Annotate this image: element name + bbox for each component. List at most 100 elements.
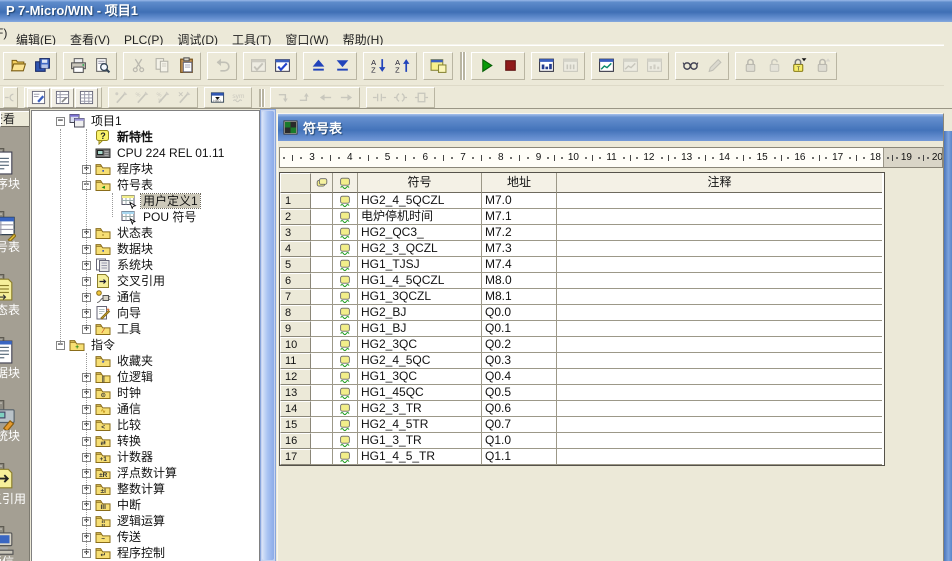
symbol-icon-cell[interactable] [333, 385, 358, 401]
overlap-cell[interactable] [311, 401, 333, 417]
tree-item[interactable]: +▪数据块 [32, 241, 259, 257]
symbol-table-titlebar[interactable]: 符号表 [278, 114, 943, 141]
symbol-cell[interactable]: HG1_3QCZL [358, 289, 482, 305]
row-number-cell[interactable]: 2 [280, 209, 311, 225]
comment-cell[interactable] [557, 321, 882, 337]
address-header-cell[interactable]: 地址 [482, 173, 557, 193]
tree-item[interactable]: +交叉引用 [32, 273, 259, 289]
tree-item[interactable]: ++1计数器 [32, 449, 259, 465]
sidebar-item[interactable]: 程序块 [0, 148, 30, 191]
comment-cell[interactable] [557, 257, 882, 273]
overlap-cell[interactable] [311, 305, 333, 321]
row-number-cell[interactable]: 8 [280, 305, 311, 321]
sidebar-item[interactable]: 符号表 [0, 211, 30, 254]
tree-expand-toggle[interactable]: − [56, 117, 65, 126]
tree-item[interactable]: +±R浮点数计算 [32, 465, 259, 481]
symbol-icon-cell[interactable] [333, 417, 358, 433]
symbol-icon-cell[interactable] [333, 241, 358, 257]
row-number-cell[interactable]: 15 [280, 417, 311, 433]
symbol-view-icon[interactable] [51, 88, 74, 108]
comment-header-cell[interactable]: 注释 [557, 173, 882, 193]
comment-cell[interactable] [557, 353, 882, 369]
row-number-cell[interactable]: 13 [280, 385, 311, 401]
row-number-cell[interactable]: 1 [280, 193, 311, 209]
address-cell[interactable]: M7.3 [482, 241, 557, 257]
tree-item[interactable]: +CPU 224 REL 01.11 [32, 145, 259, 161]
comment-cell[interactable] [557, 193, 882, 209]
overlap-cell[interactable] [311, 193, 333, 209]
symbol-icon-cell[interactable] [333, 353, 358, 369]
symbol-cell[interactable]: HG1_3QC [358, 369, 482, 385]
tree-item[interactable]: +⊙时钟 [32, 385, 259, 401]
address-cell[interactable]: Q0.6 [482, 401, 557, 417]
tree-item[interactable]: −项目1 [32, 113, 259, 129]
tree-item[interactable]: +向导 [32, 305, 259, 321]
address-cell[interactable]: M8.0 [482, 273, 557, 289]
symbol-cell[interactable]: HG2_3_QCZL [358, 241, 482, 257]
tree-item[interactable]: +¦¦逻辑运算 [32, 513, 259, 529]
tree-item[interactable]: +▫状态表 [32, 225, 259, 241]
overlap-cell[interactable] [311, 433, 333, 449]
symbol-cell[interactable]: HG2_4_5TR [358, 417, 482, 433]
row-number-cell[interactable]: 12 [280, 369, 311, 385]
tree-item[interactable]: +⇄转换 [32, 433, 259, 449]
symbol-cell[interactable]: HG2_BJ [358, 305, 482, 321]
chart-status-icon[interactable] [594, 54, 618, 78]
address-cell[interactable]: M8.1 [482, 289, 557, 305]
row-number-cell[interactable]: 10 [280, 337, 311, 353]
symbol-cell[interactable]: HG2_3QC [358, 337, 482, 353]
overlap-column-header[interactable] [311, 173, 333, 193]
symbol-icon-cell[interactable] [333, 337, 358, 353]
tree-item[interactable]: +用户定义1 [32, 193, 259, 209]
address-cell[interactable]: M7.2 [482, 225, 557, 241]
address-cell[interactable]: Q0.5 [482, 385, 557, 401]
program-status-icon[interactable] [534, 54, 558, 78]
overlap-cell[interactable] [311, 449, 333, 465]
overlap-cell[interactable] [311, 289, 333, 305]
symbol-cell[interactable]: HG1_3_TR [358, 433, 482, 449]
symbol-icon-cell[interactable] [333, 257, 358, 273]
menu-item[interactable]: 文件(F) [0, 22, 9, 44]
symbol-icon-cell[interactable] [333, 273, 358, 289]
row-number-cell[interactable]: 17 [280, 449, 311, 465]
paste-icon[interactable] [174, 54, 198, 78]
sort-descending-icon[interactable]: AZ [366, 54, 390, 78]
compile-all-icon[interactable] [270, 54, 294, 78]
overlap-cell[interactable] [311, 225, 333, 241]
password-lock-icon[interactable]: T [786, 54, 810, 78]
overlap-cell[interactable] [311, 353, 333, 369]
table-view-icon[interactable] [75, 88, 98, 108]
tree-item[interactable]: +<比较 [32, 417, 259, 433]
symbol-addressing-icon[interactable]: HBO [207, 89, 228, 107]
comment-cell[interactable] [557, 209, 882, 225]
comment-cell[interactable] [557, 433, 882, 449]
symbol-cell[interactable]: HG1_4_5QCZL [358, 273, 482, 289]
comment-cell[interactable] [557, 273, 882, 289]
symbol-cell[interactable]: HG1_TJSJ [358, 257, 482, 273]
tree-item[interactable]: +III中断 [32, 497, 259, 513]
symbol-column-header[interactable] [333, 173, 358, 193]
comment-cell[interactable] [557, 337, 882, 353]
overlap-cell[interactable] [311, 241, 333, 257]
tree-item[interactable]: +∿通信 [32, 401, 259, 417]
address-cell[interactable]: M7.4 [482, 257, 557, 273]
row-number-cell[interactable]: 14 [280, 401, 311, 417]
overlap-cell[interactable] [311, 273, 333, 289]
tree-item[interactable]: +*收藏夹 [32, 353, 259, 369]
sort-ascending-icon[interactable]: AZ [390, 54, 414, 78]
symbol-cell[interactable]: HG1_45QC [358, 385, 482, 401]
navigation-bar-header[interactable]: 查看 [0, 111, 30, 127]
overlap-cell[interactable] [311, 385, 333, 401]
tree-item[interactable]: +±I整数计算 [32, 481, 259, 497]
tree-item[interactable]: −◂符号表 [32, 177, 259, 193]
address-cell[interactable]: Q1.1 [482, 449, 557, 465]
title-bar[interactable]: P 7-Micro/WIN - 项目1 [0, 0, 952, 22]
row-number-cell[interactable]: 6 [280, 273, 311, 289]
row-number-cell[interactable]: 5 [280, 257, 311, 273]
address-cell[interactable]: Q0.4 [482, 369, 557, 385]
comment-cell[interactable] [557, 385, 882, 401]
symbol-cell[interactable]: HG2_QC3_ [358, 225, 482, 241]
run-icon[interactable] [474, 54, 498, 78]
symbol-cell[interactable]: HG1_BJ [358, 321, 482, 337]
symbol-icon-cell[interactable] [333, 209, 358, 225]
